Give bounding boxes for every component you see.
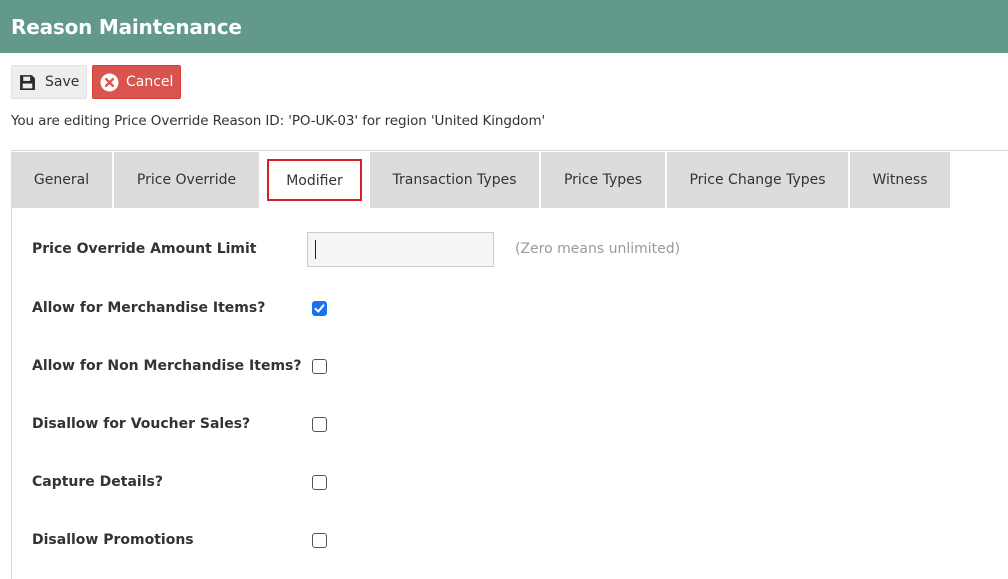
- editing-info-text: You are editing Price Override Reason ID…: [11, 113, 546, 129]
- checkmark-icon: [314, 304, 325, 313]
- tab-price-override[interactable]: Price Override: [114, 152, 259, 208]
- form-row-disallow-promotions: Disallow Promotions: [12, 526, 1008, 556]
- form-row-merchandise: Allow for Merchandise Items?: [12, 294, 1008, 324]
- tab-price-types[interactable]: Price Types: [541, 152, 665, 208]
- disallow-voucher-sales-checkbox[interactable]: [312, 417, 327, 432]
- form-row-voucher-sales: Disallow for Voucher Sales?: [12, 410, 1008, 440]
- amount-limit-input[interactable]: [307, 232, 494, 267]
- page-title: Reason Maintenance: [11, 14, 242, 39]
- toolbar: Save Cancel: [0, 53, 1008, 99]
- tab-label: Price Override: [136, 172, 237, 188]
- amount-limit-hint: (Zero means unlimited): [515, 241, 681, 257]
- allow-non-merchandise-label: Allow for Non Merchandise Items?: [32, 358, 302, 374]
- allow-merchandise-label: Allow for Merchandise Items?: [32, 300, 266, 316]
- allow-merchandise-checkbox[interactable]: [312, 301, 327, 316]
- form-row-capture-details: Capture Details?: [12, 468, 1008, 498]
- tab-label: General: [33, 172, 90, 188]
- x-circle-icon: [100, 73, 119, 92]
- tab-price-change-types[interactable]: Price Change Types: [667, 152, 848, 208]
- capture-details-checkbox[interactable]: [312, 475, 327, 490]
- cancel-button[interactable]: Cancel: [92, 65, 181, 99]
- tab-label: Transaction Types: [392, 172, 517, 188]
- tab-label: Modifier: [267, 159, 362, 201]
- capture-details-label: Capture Details?: [32, 474, 163, 490]
- tab-general[interactable]: General: [11, 152, 112, 208]
- save-button[interactable]: Save: [11, 65, 87, 99]
- cancel-button-label: Cancel: [126, 74, 174, 90]
- page-header: Reason Maintenance: [0, 0, 1008, 53]
- disallow-promotions-checkbox[interactable]: [312, 533, 327, 548]
- tab-bar: General Price Override Modifier Transact…: [11, 150, 1008, 208]
- save-button-label: Save: [45, 74, 80, 90]
- tab-label: Price Types: [563, 172, 643, 188]
- modifier-form: Price Override Amount Limit (Zero means …: [11, 208, 1008, 579]
- tab-witness[interactable]: Witness: [850, 152, 950, 208]
- tab-modifier[interactable]: Modifier: [261, 152, 368, 208]
- tab-label: Witness: [872, 172, 928, 188]
- disallow-voucher-sales-label: Disallow for Voucher Sales?: [32, 416, 251, 432]
- floppy-disk-icon: [19, 74, 36, 91]
- form-row-amount-limit: Price Override Amount Limit: [12, 235, 1008, 265]
- tab-label: Price Change Types: [689, 172, 826, 188]
- form-row-non-merchandise: Allow for Non Merchandise Items?: [12, 352, 1008, 382]
- disallow-promotions-label: Disallow Promotions: [32, 532, 194, 548]
- text-cursor: [315, 240, 316, 259]
- amount-limit-label: Price Override Amount Limit: [32, 241, 257, 257]
- tab-transaction-types[interactable]: Transaction Types: [370, 152, 539, 208]
- allow-non-merchandise-checkbox[interactable]: [312, 359, 327, 374]
